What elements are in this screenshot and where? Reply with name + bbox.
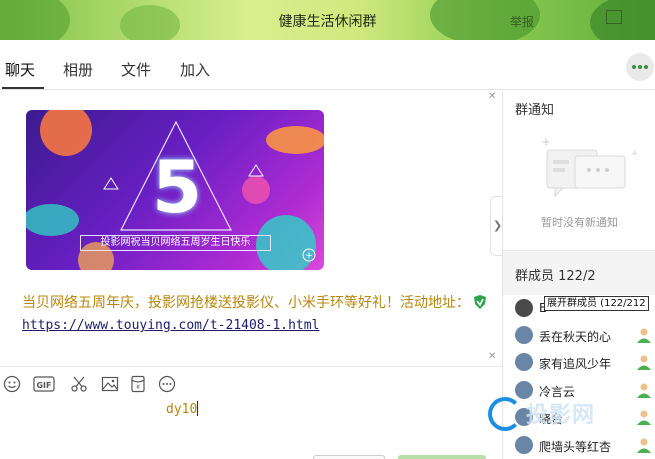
empty-notice-illustration: + + <box>541 136 637 198</box>
watermark-logo: 投影网 <box>486 395 655 435</box>
svg-text:+: + <box>305 251 313 261</box>
anniversary-banner-image[interactable]: + 5 投影网祝当贝网络五周岁生日快乐 <box>26 110 324 270</box>
banner-number: 5 <box>151 145 203 229</box>
window-title: 健康生活休闲群 <box>278 14 377 30</box>
avatar <box>515 326 533 344</box>
member-person-icon <box>637 438 651 453</box>
watermark-text: 投影网 <box>526 403 596 428</box>
scroll-up-icon[interactable]: ✕ <box>488 91 496 102</box>
tab-join[interactable]: 加入 <box>180 59 210 80</box>
maximize-icon[interactable] <box>606 10 622 24</box>
avatar <box>515 299 533 317</box>
svg-text:+: + <box>541 136 551 149</box>
member-row[interactable]: 家有追风少年 <box>503 349 655 377</box>
image-icon[interactable] <box>101 375 119 393</box>
avatar <box>515 353 533 371</box>
emoji-icon[interactable] <box>3 375 21 393</box>
member-person-icon <box>637 355 651 370</box>
member-name: 爬墙头等红杏 <box>539 440 612 454</box>
member-name: 家有追风少年 <box>539 357 612 371</box>
send-button[interactable] <box>398 455 486 459</box>
notice-empty-text: 暂时没有新通知 <box>541 216 618 229</box>
report-link[interactable]: 举报 <box>510 13 534 30</box>
tab-chat[interactable]: 聊天 <box>5 59 35 80</box>
svg-text:¥: ¥ <box>136 384 140 391</box>
svg-text:GIF: GIF <box>36 381 51 390</box>
tab-album[interactable]: 相册 <box>63 59 93 80</box>
notice-title: 群通知 <box>515 103 555 118</box>
message-input-field[interactable]: dy10 <box>166 401 199 417</box>
red-packet-icon[interactable]: ¥ <box>130 375 146 393</box>
more-options-button[interactable] <box>626 53 654 81</box>
expand-members-tooltip: 展开群成员 (122/212 <box>544 296 649 311</box>
message-input-area[interactable]: GIF ¥ dy10 <box>0 366 502 459</box>
members-title: 群成员 122/2 <box>515 269 596 284</box>
chat-history[interactable]: ✕ + 5 投影网祝当贝网络五周岁生日快乐 当贝网络五周年庆，投影网抢楼送投影仪… <box>0 91 502 366</box>
chat-message: 当贝网络五周年庆，投影网抢楼送投影仪、小米手环等好礼！活动地址： https://… <box>22 292 492 337</box>
more-tools-icon[interactable] <box>158 375 176 393</box>
verified-shield-icon <box>474 295 486 309</box>
members-header[interactable]: 群成员 122/2 <box>503 251 655 295</box>
avatar <box>515 436 533 454</box>
title-bar[interactable]: 健康生活休闲群 举报 <box>0 0 655 40</box>
scroll-down-icon[interactable]: ✕ <box>488 351 496 362</box>
chevron-right-icon: ❯ <box>493 219 503 232</box>
member-person-icon <box>637 328 651 343</box>
banner-caption: 投影网祝当贝网络五周岁生日快乐 <box>80 235 271 251</box>
active-tab-indicator <box>2 87 44 89</box>
member-name: 丢在秋天的心 <box>539 330 612 344</box>
message-link[interactable]: https://www.touying.com/t-21408-1.html <box>22 318 319 333</box>
tab-files[interactable]: 文件 <box>121 59 151 80</box>
svg-text:+: + <box>631 149 637 159</box>
member-row[interactable]: 丢在秋天的心 <box>503 322 655 350</box>
gif-icon[interactable]: GIF <box>33 375 55 393</box>
text-caret <box>197 401 199 416</box>
close-button[interactable] <box>313 455 385 459</box>
member-row[interactable]: 爬墙头等红杏 <box>503 432 655 459</box>
group-chat-window: 健康生活休闲群 举报 聊天 相册 文件 加入 ✕ + 5 投影网祝当贝网络五周岁… <box>0 0 655 459</box>
message-text: 当贝网络五周年庆，投影网抢楼送投影仪、小米手环等好礼！活动地址： <box>22 295 470 311</box>
input-value: dy10 <box>166 402 198 417</box>
tab-bar: 聊天 相册 文件 加入 <box>0 40 655 90</box>
watermark-ring-icon <box>488 397 522 431</box>
screenshot-scissors-icon[interactable] <box>70 375 88 393</box>
